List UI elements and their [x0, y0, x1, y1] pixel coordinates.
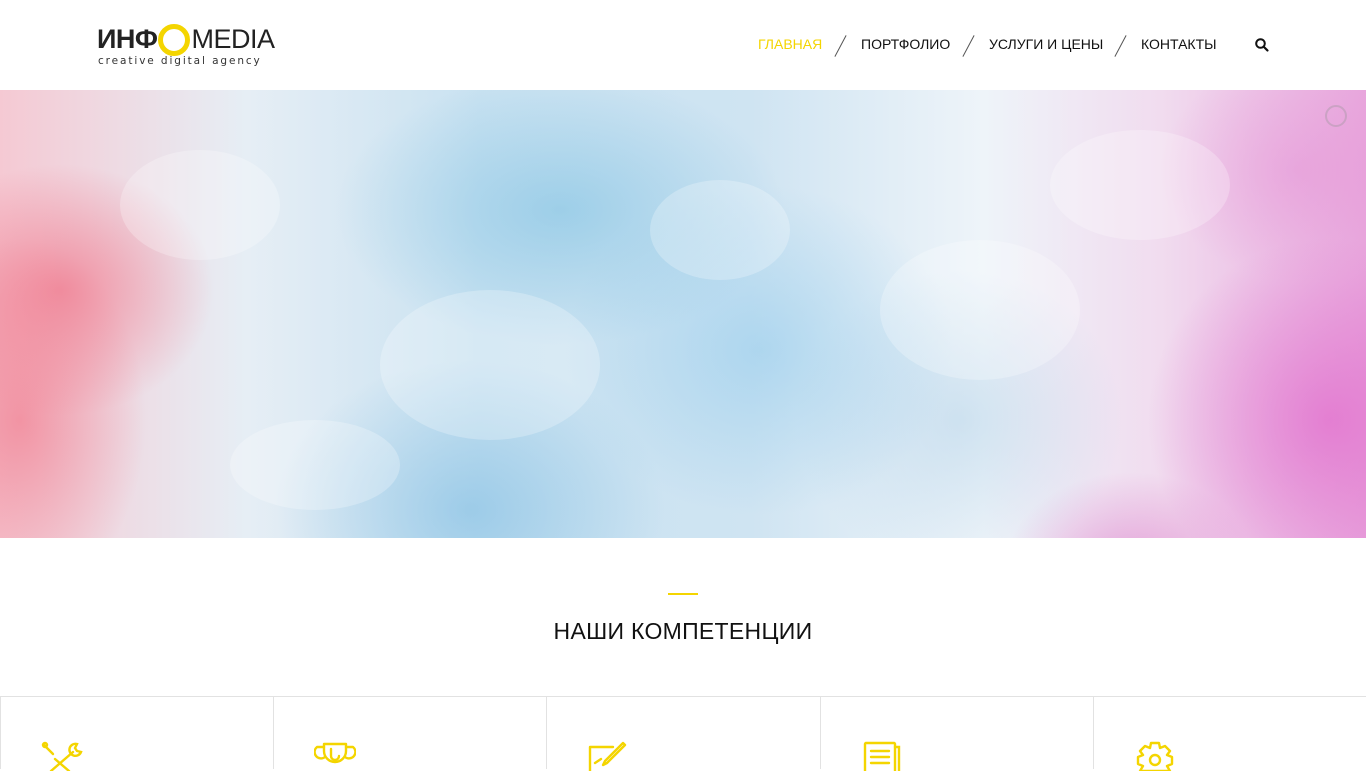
nav-separator: [962, 35, 975, 57]
watercolor-splash: [880, 240, 1080, 380]
watercolor-splash: [380, 290, 600, 440]
watercolor-splash: [1050, 130, 1230, 240]
site-header: ИНФ MEDIA creative digital agency ГЛАВНАЯ…: [0, 0, 1366, 90]
competency-card[interactable]: [1093, 697, 1366, 771]
competencies-grid: [0, 696, 1366, 771]
competency-card[interactable]: [546, 697, 821, 771]
main-navigation: ГЛАВНАЯ ПОРТФОЛИО УСЛУГИ И ЦЕНЫ КОНТАКТЫ: [0, 34, 1366, 57]
competency-card[interactable]: [273, 697, 547, 769]
logo-tagline: creative digital agency: [98, 55, 262, 67]
watercolor-splash: [230, 420, 400, 510]
nav-separator: [834, 35, 847, 57]
search-icon[interactable]: [1254, 37, 1270, 53]
edit-icon: [588, 741, 627, 771]
document-icon: [863, 741, 901, 771]
settings-gear-icon: [1136, 741, 1174, 771]
section-title: НАШИ КОМПЕТЕНЦИИ: [553, 618, 813, 644]
nav-separator: [1114, 35, 1127, 57]
section-accent-line: [668, 593, 698, 595]
nav-item-home[interactable]: ГЛАВНАЯ: [758, 36, 822, 52]
watercolor-splash: [650, 180, 790, 280]
loading-spinner-icon: [1325, 105, 1347, 127]
nav-item-portfolio[interactable]: ПОРТФОЛИО: [861, 36, 950, 52]
nav-item-contacts[interactable]: КОНТАКТЫ: [1141, 36, 1217, 52]
competency-card[interactable]: [0, 697, 274, 771]
hero-banner: [0, 90, 1366, 538]
nav-item-services[interactable]: УСЛУГИ И ЦЕНЫ: [989, 36, 1103, 52]
watercolor-splash: [120, 150, 280, 260]
competency-card[interactable]: [820, 697, 1094, 771]
trophy-icon: [314, 742, 356, 764]
tools-icon: [41, 741, 83, 771]
